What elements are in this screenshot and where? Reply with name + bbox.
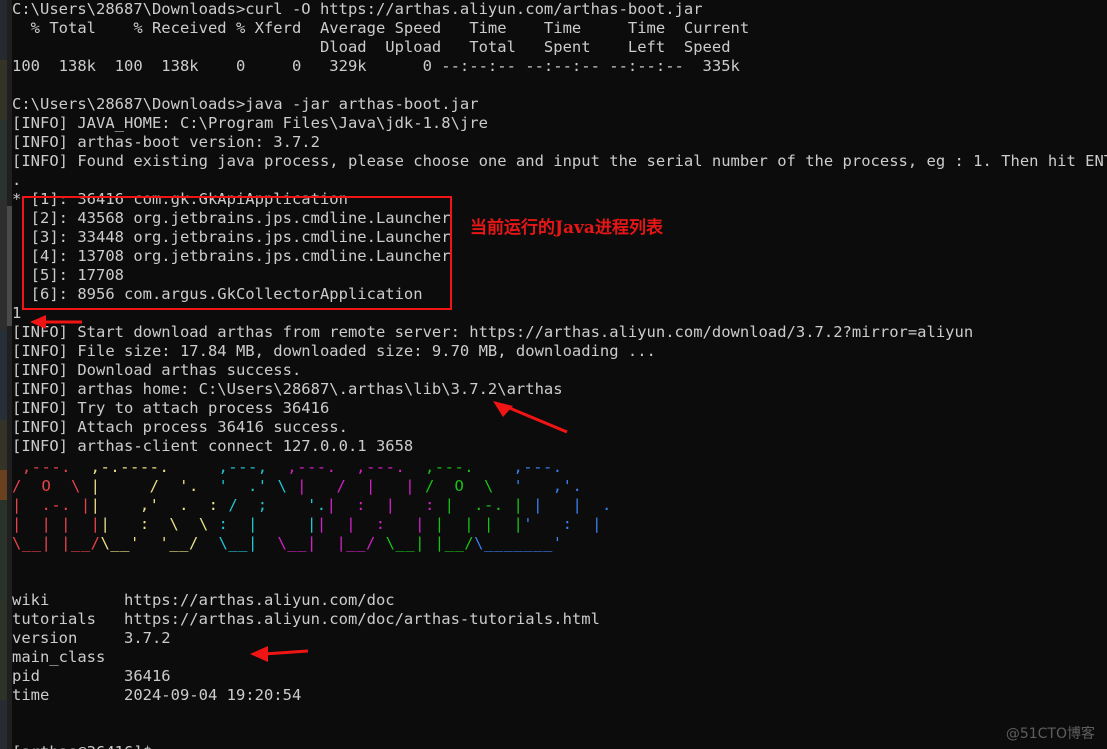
arrow-to-input-1-icon (30, 315, 82, 329)
terminal-line-curl-header-1: % Total % Received % Xferd Average Speed… (12, 19, 750, 37)
terminal-line-file-size: [INFO] File size: 17.84 MB, downloaded s… (12, 342, 656, 360)
info-row-tutorials: tutorials https://arthas.aliyun.com/doc/… (12, 610, 600, 628)
process-list-annotation-label: 当前运行的Java进程列表 (470, 218, 663, 238)
process-list-item-6[interactable]: [6]: 8956 com.argus.GkCollectorApplicati… (12, 285, 1107, 304)
terminal-line-blank-3 (12, 572, 1107, 591)
process-list-item-5[interactable]: [5]: 17708 (12, 266, 1107, 285)
terminal-line-curl-header-2: Dload Upload Total Spent Left Speed (12, 38, 731, 56)
terminal-line-arthas-home: [INFO] arthas home: C:\Users\28687\.arth… (12, 380, 563, 398)
terminal-line-start-download: [INFO] Start download arthas from remote… (12, 323, 974, 341)
terminal-line-blank-5 (12, 724, 1107, 743)
info-row-version: version 3.7.2 (12, 629, 171, 647)
watermark: @51CTO博客 (1005, 726, 1095, 742)
terminal-window: C:\Users\28687\Downloads>curl -O https:/… (0, 0, 1107, 749)
terminal-output[interactable]: C:\Users\28687\Downloads>curl -O https:/… (12, 0, 1107, 749)
terminal-line-java-home: [INFO] JAVA_HOME: C:\Program Files\Java\… (12, 114, 488, 132)
terminal-line-blank-4 (12, 705, 1107, 724)
terminal-line-blank-2 (12, 553, 1107, 572)
arthas-ascii-banner: ,---. ,-.----. ,---, ,---. ,---. ,---. ,… (12, 458, 632, 552)
terminal-line-download-success: [INFO] Download arthas success. (12, 361, 302, 379)
process-list-item-4[interactable]: [4]: 13708 org.jetbrains.jps.cmdline.Lau… (12, 247, 1107, 266)
info-row-pid: pid 36416 (12, 667, 171, 685)
arthas-prompt[interactable]: [arthas@36416]$ (12, 743, 1107, 749)
process-list-item-1[interactable]: * [1]: 36416 com.gk.GkApiApplication (12, 190, 1107, 209)
terminal-line-dot: . (12, 171, 22, 189)
user-input-selection[interactable]: 1 (12, 304, 1107, 323)
terminal-line-java-command: C:\Users\28687\Downloads>java -jar artha… (12, 95, 479, 113)
info-row-wiki: wiki https://arthas.aliyun.com/doc (12, 591, 395, 609)
arrow-to-arthas-home-icon (493, 401, 568, 434)
terminal-line-boot-version: [INFO] arthas-boot version: 3.7.2 (12, 133, 320, 151)
terminal-line-curl-command: C:\Users\28687\Downloads>curl -O https:/… (12, 0, 703, 18)
arrow-to-pid-icon (250, 646, 309, 662)
info-row-time: time 2024-09-04 19:20:54 (12, 686, 302, 704)
background-window-sliver (0, 0, 7, 749)
terminal-line-blank-1 (12, 76, 1107, 95)
terminal-line-client-connect: [INFO] arthas-client connect 127.0.0.1 3… (12, 437, 414, 455)
terminal-line-curl-progress: 100 138k 100 138k 0 0 329k 0 --:--:-- --… (12, 57, 740, 75)
info-row-main-class: main_class (12, 648, 124, 666)
terminal-line-choose-process: [INFO] Found existing java process, plea… (12, 152, 1107, 170)
